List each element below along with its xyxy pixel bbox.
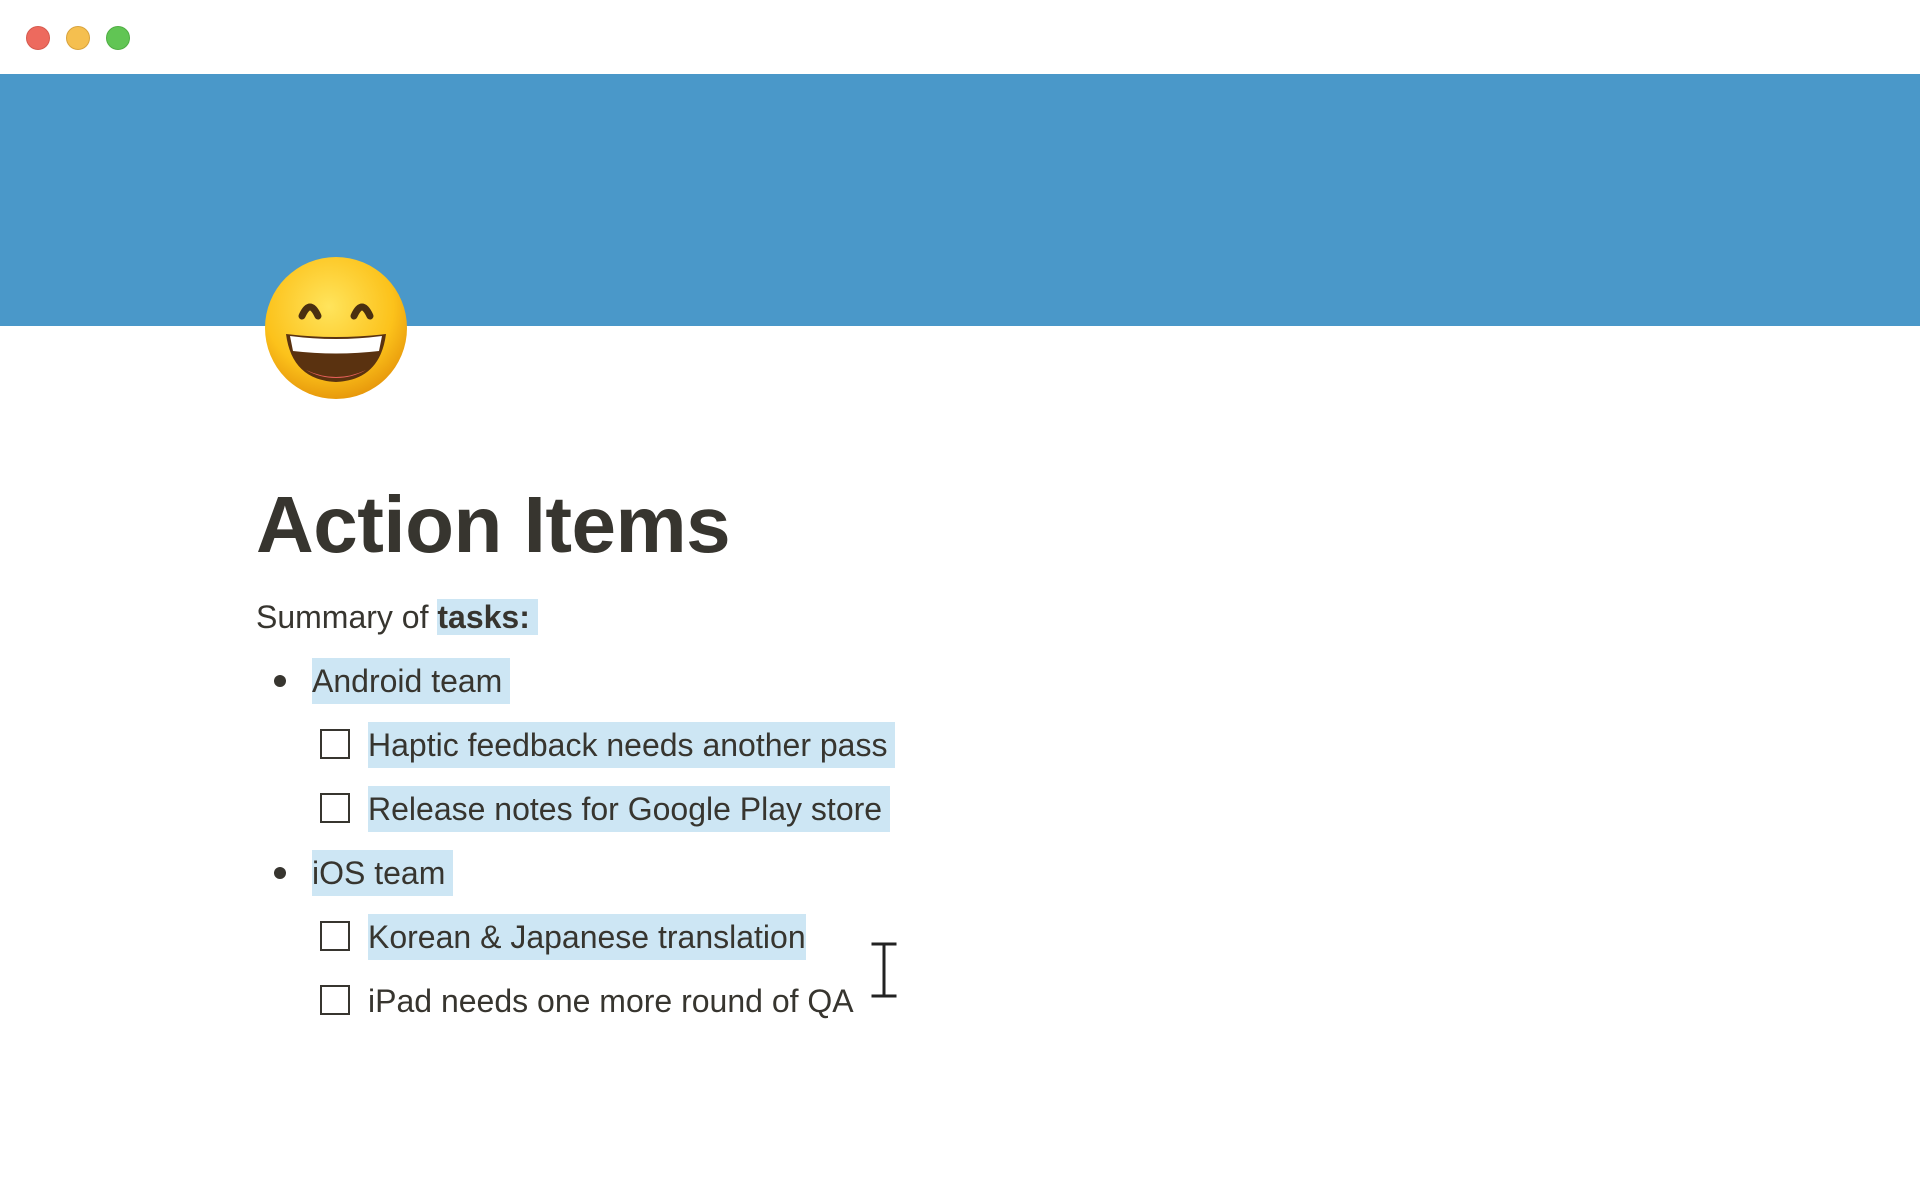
todo-item[interactable]: Haptic feedback needs another pass <box>256 722 1656 786</box>
app-window: Action Items Summary of tasks: Android t… <box>0 0 1920 1200</box>
todo-item[interactable]: iPad needs one more round of QA <box>256 978 1656 1042</box>
text-cursor-icon <box>869 940 899 1000</box>
todo-text: Release notes for Google Play store <box>368 786 891 832</box>
bullet-label: Android team <box>312 658 511 704</box>
grinning-face-icon[interactable] <box>262 254 410 402</box>
bulleted-list-item[interactable]: iOS team <box>256 850 1656 914</box>
close-window-button[interactable] <box>26 26 50 50</box>
todo-item[interactable]: Korean & Japanese translation <box>256 914 1656 978</box>
bullet-label: iOS team <box>312 850 454 896</box>
title-bar <box>0 0 1920 74</box>
todo-text: Korean & Japanese translation <box>368 914 806 960</box>
summary-line[interactable]: Summary of tasks: <box>256 594 1656 640</box>
todo-text: Haptic feedback needs another pass <box>368 722 896 768</box>
todo-text: iPad needs one more round of QA <box>368 983 854 1019</box>
bulleted-list-item[interactable]: Android team <box>256 658 1656 722</box>
page-title[interactable]: Action Items <box>256 470 1656 580</box>
checkbox[interactable] <box>320 985 350 1015</box>
page-content[interactable]: Action Items Summary of tasks: Android t… <box>256 470 1656 1042</box>
minimize-window-button[interactable] <box>66 26 90 50</box>
checkbox[interactable] <box>320 921 350 951</box>
checkbox[interactable] <box>320 729 350 759</box>
zoom-window-button[interactable] <box>106 26 130 50</box>
bullet-icon <box>274 867 286 879</box>
checkbox[interactable] <box>320 793 350 823</box>
summary-bold-text: tasks: <box>437 599 530 635</box>
bullet-icon <box>274 675 286 687</box>
todo-item[interactable]: Release notes for Google Play store <box>256 786 1656 850</box>
summary-prefix: Summary of <box>256 599 438 635</box>
